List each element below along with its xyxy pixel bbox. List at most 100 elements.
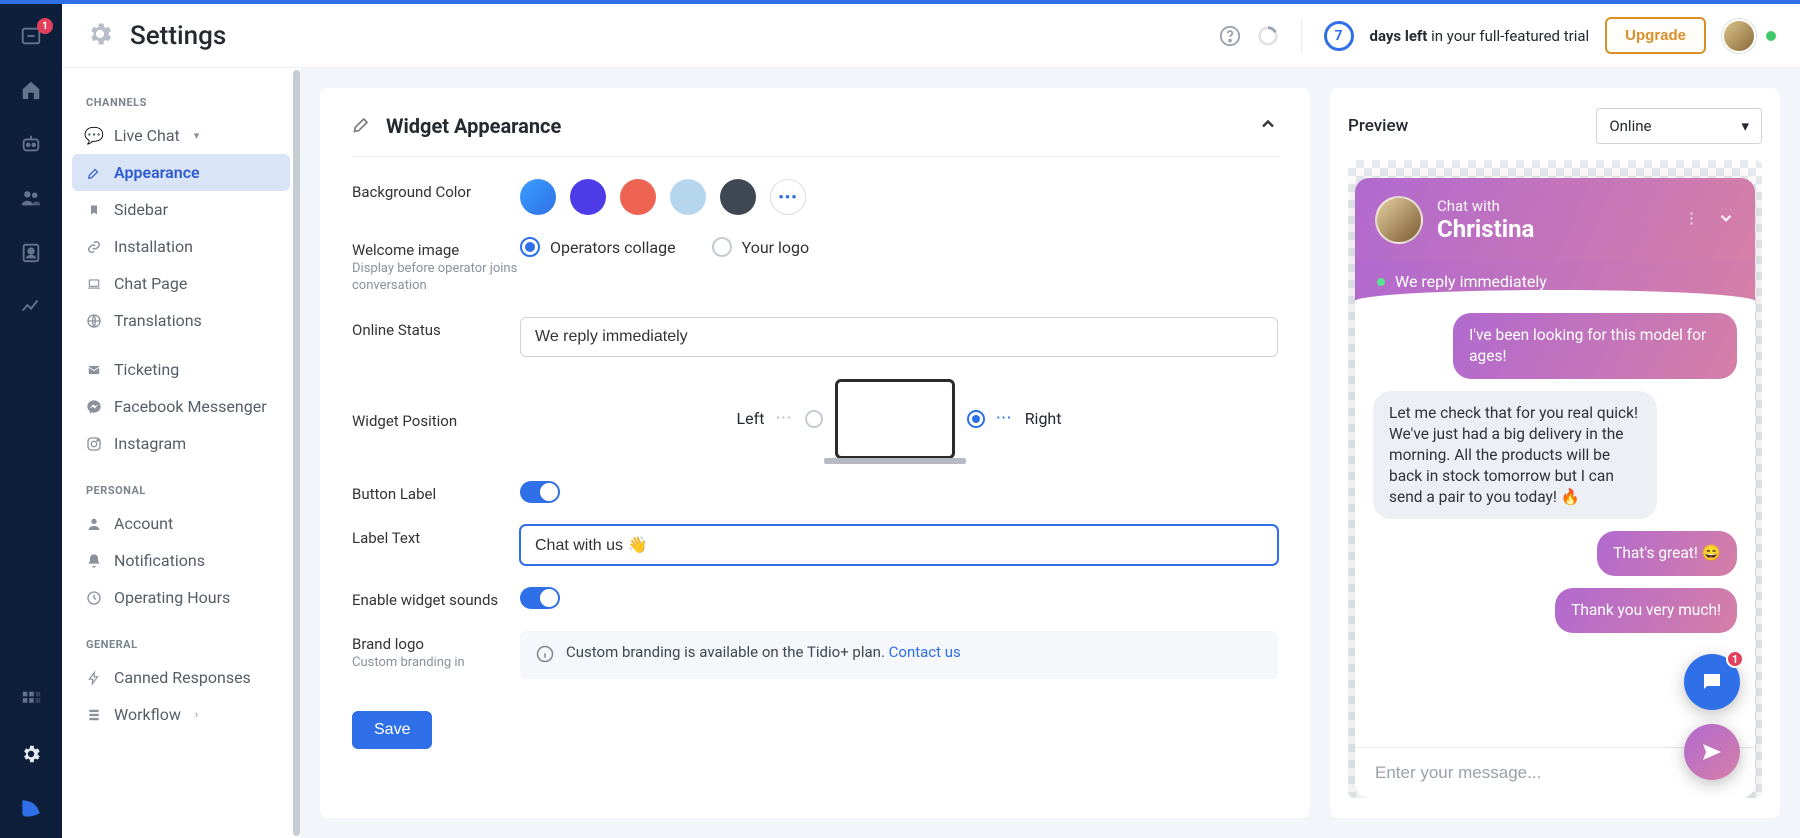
sidebar-item-translations[interactable]: Translations [72,302,290,339]
sounds-lbl: Enable widget sounds [352,591,520,609]
sidebar-item-label: Installation [114,237,193,256]
save-button[interactable]: Save [352,711,432,749]
radio-icon [712,237,732,257]
color-swatch-lightblue[interactable] [670,179,706,215]
select-value: Online [1609,117,1651,135]
contacts-icon[interactable] [19,186,43,210]
monitor-preview-icon [835,379,955,459]
position-left-label: Left [737,409,765,428]
help-icon[interactable] [1219,25,1241,47]
preview-label: Preview [1348,116,1408,136]
chevron-down-icon: ▾ [1741,117,1749,135]
sidebar-item-account[interactable]: Account [72,505,290,542]
id-icon[interactable] [19,240,43,264]
globe-icon [86,313,102,329]
dots-left-icon: ••• [776,413,792,424]
chat-bubble-right: I've been looking for this model for age… [1453,313,1737,379]
section-channels: CHANNELS [72,88,290,117]
nav-rail: 1 [0,4,62,838]
apps-icon[interactable] [19,688,43,712]
bgcolor-swatches: ••• [520,179,1278,215]
brand-contact-link[interactable]: Contact us [889,643,961,661]
kebab-icon[interactable]: ⋮ [1684,209,1699,231]
sidebar-item-ticketing[interactable]: Ticketing [72,351,290,388]
color-swatch-indigo[interactable] [570,179,606,215]
welcome-label: Welcome image [352,241,520,259]
user-avatar[interactable] [1722,19,1756,53]
sidebar-item-sidebar[interactable]: Sidebar [72,191,290,228]
color-swatch-blue[interactable] [520,179,556,215]
bgcolor-label: Background Color [352,183,520,201]
chevron-down-icon: ▾ [194,129,200,142]
section-personal: PERSONAL [72,476,290,505]
position-radio-left[interactable] [805,410,823,428]
sidebar-item-livechat[interactable]: 💬 Live Chat ▾ [72,117,290,154]
color-swatch-dark[interactable] [720,179,756,215]
sidebar-item-label: Chat Page [114,274,187,293]
radio-label: Operators collage [550,238,676,257]
sidebar-item-label: Appearance [114,163,200,182]
widget-appearance-card: Widget Appearance Background Color ••• [320,88,1310,818]
sidebar-item-instagram[interactable]: Instagram [72,425,290,462]
card-title: Widget Appearance [386,114,1244,138]
status-dot-icon [1377,278,1385,286]
sidebar-item-appearance[interactable]: Appearance [72,154,290,191]
chat-status-bar: We reply immediately [1355,260,1755,307]
button-label-toggle[interactable] [520,481,560,503]
position-right-label: Right [1025,409,1062,428]
trial-days-badge: 7 [1324,21,1354,51]
welcome-radio-collage[interactable]: Operators collage [520,237,676,257]
sidebar-item-hours[interactable]: Operating Hours [72,579,290,616]
color-more-button[interactable]: ••• [770,179,806,215]
settings-rail-icon[interactable] [19,742,43,766]
label-text-input[interactable] [520,525,1278,565]
sidebar-item-canned[interactable]: Canned Responses [72,659,290,696]
mail-icon [86,362,102,378]
color-swatch-red[interactable] [620,179,656,215]
chat-fab[interactable]: 1 [1684,654,1740,710]
workflow-icon [86,707,102,723]
preview-status-select[interactable]: Online ▾ [1596,108,1762,144]
sidebar-item-label: Translations [114,311,202,330]
send-fab[interactable] [1684,724,1740,780]
analytics-icon[interactable] [19,294,43,318]
online-status-label: Online Status [352,321,520,339]
sidebar-item-messenger[interactable]: Facebook Messenger [72,388,290,425]
sidebar-item-label: Facebook Messenger [114,397,267,416]
upgrade-button[interactable]: Upgrade [1605,17,1706,54]
chat-head-pretitle: Chat with [1437,197,1534,215]
sidebar-item-chatpage[interactable]: Chat Page [72,265,290,302]
sidebar-item-label: Workflow [114,705,181,724]
trial-text: days left in your full-featured trial [1370,27,1590,45]
page-title: Settings [130,21,226,51]
collapse-toggle[interactable] [1258,114,1278,138]
chat-bubble-right: That's great! 😄 [1597,531,1737,576]
chevron-right-icon: › [195,708,198,721]
sidebar-item-notifications[interactable]: Notifications [72,542,290,579]
section-general: GENERAL [72,630,290,659]
chevron-down-icon[interactable] [1717,209,1735,231]
laptop-icon [86,276,102,292]
inbox-icon[interactable]: 1 [19,24,43,48]
chat-bubble-left: Let me check that for you real quick! We… [1373,391,1657,520]
welcome-radio-logo[interactable]: Your logo [712,237,810,257]
account-icon [86,516,102,532]
position-radio-right[interactable] [967,410,985,428]
messenger-icon [86,399,102,415]
home-icon[interactable] [19,78,43,102]
brush-icon [86,165,102,181]
chat-input[interactable] [1373,762,1737,784]
clock-icon [86,590,102,606]
lightning-icon [86,670,102,686]
sidebar-item-installation[interactable]: Installation [72,228,290,265]
bot-icon[interactable] [19,132,43,156]
sounds-toggle[interactable] [520,587,560,609]
progress-ring-icon[interactable] [1257,25,1279,47]
link-icon [86,239,102,255]
chat-head-name: Christina [1437,215,1534,243]
label-text-lbl: Label Text [352,529,520,547]
online-status-input[interactable] [520,317,1278,357]
sidebar-item-workflow[interactable]: Workflow › [72,696,290,733]
position-label: Widget Position [352,412,520,430]
welcome-help: Display before operator joins conversati… [352,261,520,295]
